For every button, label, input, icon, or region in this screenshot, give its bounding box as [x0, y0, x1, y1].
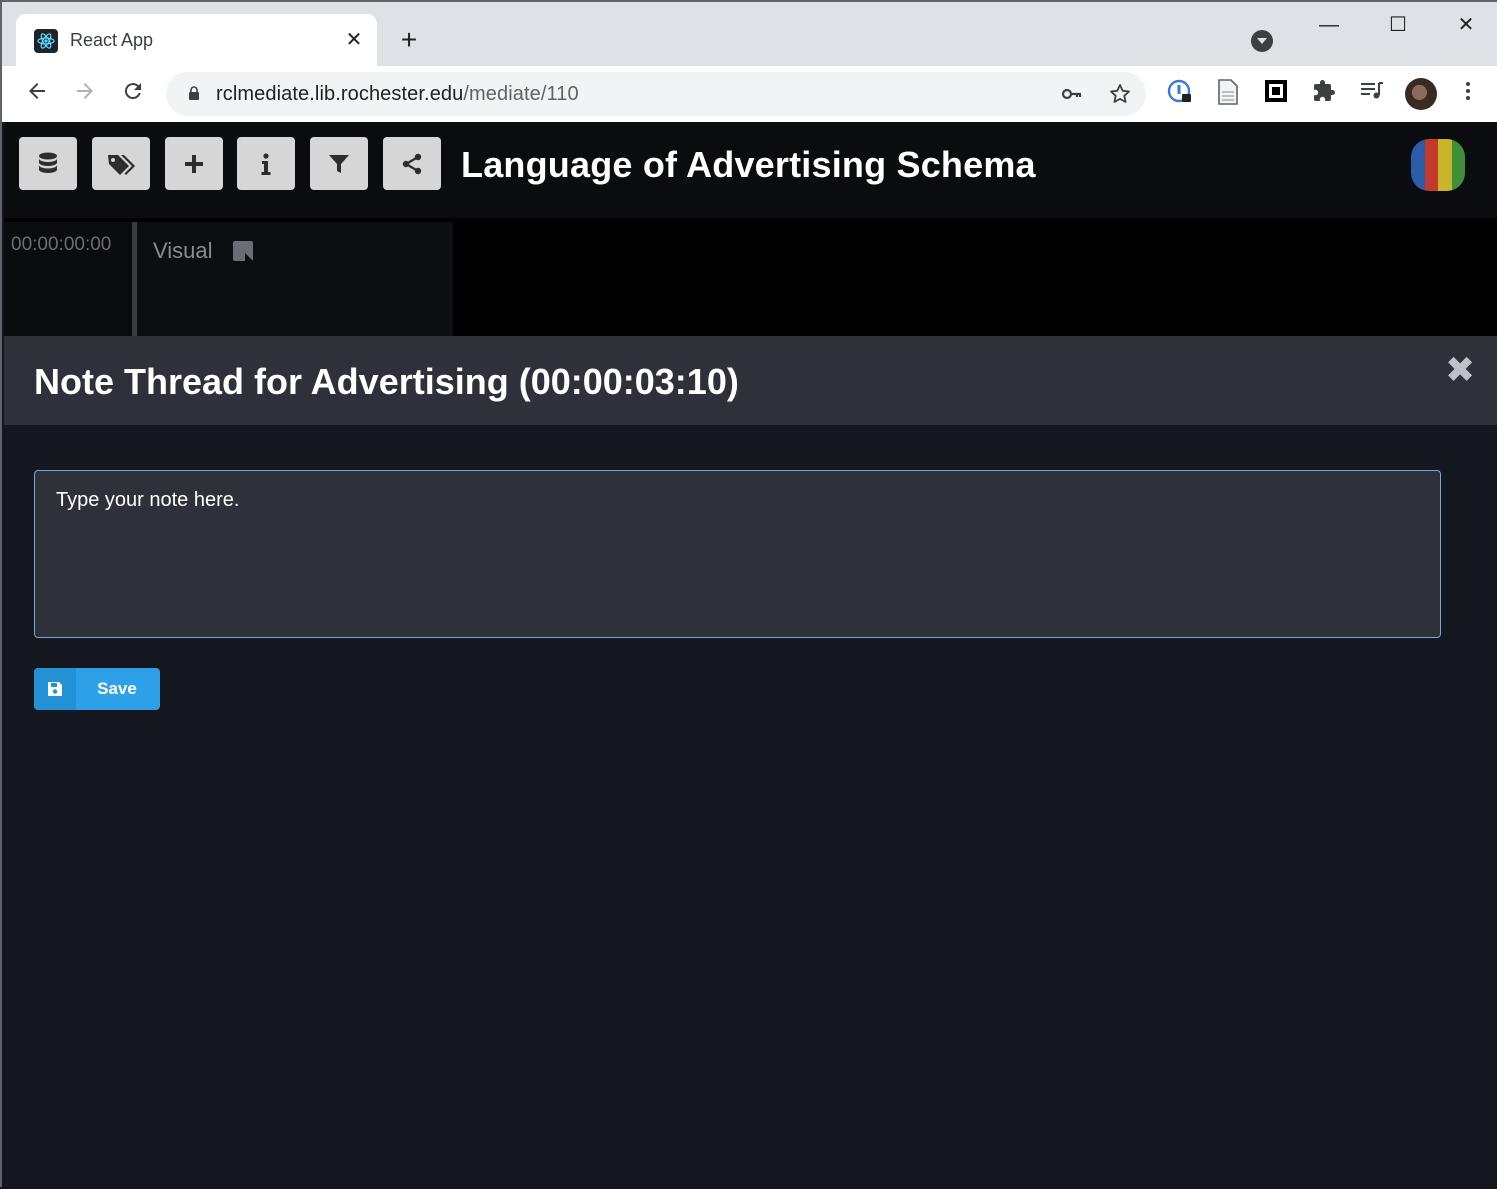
maximize-button[interactable]: ☐	[1378, 10, 1418, 40]
info-button[interactable]	[237, 137, 295, 190]
modal-title: Note Thread for Advertising (00:00:03:10…	[34, 361, 739, 402]
track-label: Visual	[153, 238, 213, 263]
extensions-puzzle-icon[interactable]	[1310, 79, 1338, 107]
tab-react-app[interactable]: React App ✕	[16, 14, 377, 67]
back-icon[interactable]	[22, 79, 52, 109]
frame-extension-icon[interactable]	[1262, 79, 1290, 107]
password-manager-extension-icon[interactable]	[1166, 79, 1194, 107]
share-button[interactable]	[383, 137, 441, 190]
reload-icon[interactable]	[118, 79, 148, 109]
key-icon[interactable]	[1060, 82, 1084, 106]
modal-body: Save	[4, 425, 1497, 1189]
database-button[interactable]	[19, 137, 77, 190]
app-logo	[1411, 139, 1465, 191]
window-close-button[interactable]: ✕	[1446, 10, 1486, 40]
profile-avatar[interactable]	[1405, 78, 1437, 110]
document-extension-icon[interactable]	[1214, 79, 1242, 107]
tab-search-icon[interactable]	[1251, 30, 1273, 52]
note-textarea[interactable]	[34, 470, 1441, 638]
add-button[interactable]	[165, 137, 223, 190]
bookmark-star-icon[interactable]	[1108, 82, 1132, 106]
app-title: Language of Advertising Schema	[461, 144, 1036, 185]
save-button[interactable]: Save	[34, 668, 160, 710]
media-control-icon[interactable]	[1358, 79, 1386, 107]
menu-kebab-icon[interactable]	[1454, 79, 1482, 107]
lock-icon[interactable]	[188, 86, 200, 100]
filter-button[interactable]	[310, 137, 368, 190]
tab-strip: React App ✕ + — ☐ ✕	[2, 2, 1497, 67]
browser-window: React App ✕ + — ☐ ✕ rclmediate.lib.roche…	[0, 0, 1497, 1189]
modal-header: Note Thread for Advertising (00:00:03:10…	[4, 336, 1497, 425]
tags-button[interactable]	[92, 137, 150, 190]
url-text[interactable]: rclmediate.lib.rochester.edu/mediate/110	[216, 83, 579, 106]
plus-icon	[185, 154, 203, 173]
tab-title: React App	[70, 30, 154, 50]
info-icon	[261, 152, 271, 175]
floppy-disk-icon	[48, 682, 62, 696]
note-icon[interactable]	[233, 241, 253, 261]
address-bar[interactable]: rclmediate.lib.rochester.edu/mediate/110	[166, 72, 1146, 116]
app-header: Language of Advertising Schema	[4, 122, 1497, 218]
save-label: Save	[97, 679, 137, 698]
react-icon	[34, 29, 58, 53]
share-icon	[402, 153, 422, 174]
database-icon	[39, 152, 57, 173]
forward-icon[interactable]	[70, 79, 100, 109]
save-icon-box	[34, 668, 76, 710]
new-tab-button[interactable]: +	[395, 26, 423, 54]
track-visual[interactable]: Visual	[137, 222, 453, 336]
timecode: 00:00:00:00	[4, 222, 132, 336]
tags-icon	[108, 154, 135, 175]
minimize-button[interactable]: —	[1309, 10, 1349, 40]
tab-close-icon[interactable]: ✕	[342, 28, 366, 52]
filter-icon	[329, 154, 349, 173]
timeline: 00:00:00:00 Visual	[4, 218, 1497, 336]
modal-close-icon[interactable]: ✖	[1445, 352, 1475, 388]
